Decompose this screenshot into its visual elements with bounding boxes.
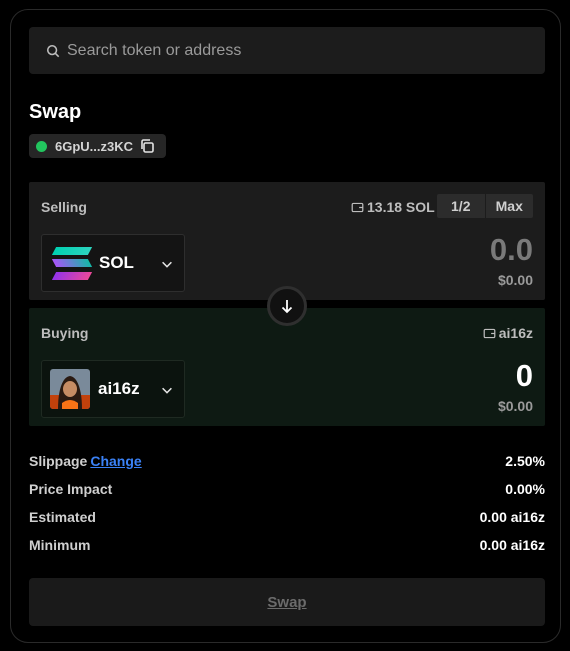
- minimum-value: 0.00 ai16z: [479, 537, 545, 553]
- switch-direction-button[interactable]: [267, 286, 307, 326]
- buying-balance: ai16z: [483, 325, 533, 341]
- max-button[interactable]: Max: [484, 194, 534, 218]
- buying-amount: 0: [515, 358, 533, 393]
- buying-usd-value: $0.00: [497, 398, 533, 414]
- selling-balance: 13.18 SOL: [351, 199, 435, 215]
- estimated-row: Estimated 0.00 ai16z: [29, 509, 545, 525]
- selling-amount-input[interactable]: 0.0: [490, 232, 533, 268]
- buying-token-selector[interactable]: ai16z: [41, 360, 185, 418]
- price-impact-value: 0.00%: [505, 481, 545, 497]
- selling-label: Selling: [41, 199, 87, 215]
- minimum-row: Minimum 0.00 ai16z: [29, 537, 545, 553]
- selling-token-selector[interactable]: SOL: [41, 234, 185, 292]
- connected-status-dot: [36, 140, 47, 152]
- chevron-down-icon: [162, 387, 172, 394]
- price-impact-label: Price Impact: [29, 481, 113, 497]
- wallet-icon: [483, 328, 496, 338]
- slippage-value: 2.50%: [505, 453, 545, 469]
- selling-token-name: SOL: [99, 253, 134, 272]
- ai16z-avatar-icon: [50, 369, 90, 409]
- minimum-label: Minimum: [29, 537, 91, 553]
- change-slippage-link[interactable]: Change: [90, 453, 141, 469]
- wallet-address: 6GpU...z3KC: [55, 138, 134, 154]
- arrow-down-icon: [281, 300, 293, 314]
- slippage-row: Slippage Change 2.50%: [29, 453, 545, 469]
- buying-balance-value: ai16z: [498, 325, 533, 341]
- search-icon: [46, 44, 60, 57]
- copy-icon[interactable]: [139, 138, 155, 154]
- chevron-down-icon: [162, 261, 172, 268]
- swap-card: Search token or address Swap 6GpU...z3KC…: [10, 9, 561, 643]
- buying-token-name: ai16z: [98, 379, 140, 398]
- amount-preset-group: 1/2 Max: [437, 194, 533, 218]
- selling-usd-value: $0.00: [497, 272, 533, 288]
- price-impact-row: Price Impact 0.00%: [29, 481, 545, 497]
- selling-panel: Selling 13.18 SOL 1/2 Max SOL 0.0 $0.00: [29, 182, 545, 300]
- half-button[interactable]: 1/2: [437, 194, 485, 218]
- wallet-icon: [351, 202, 364, 212]
- slippage-label: Slippage: [29, 453, 88, 469]
- page-title: Swap: [29, 101, 82, 123]
- swap-button[interactable]: Swap: [29, 578, 545, 626]
- wallet-address-chip[interactable]: 6GpU...z3KC: [29, 134, 166, 158]
- search-input[interactable]: Search token or address: [29, 27, 545, 74]
- solana-logo-icon: [50, 246, 93, 280]
- buying-label: Buying: [41, 325, 89, 341]
- search-placeholder: Search token or address: [67, 41, 242, 59]
- estimated-value: 0.00 ai16z: [479, 509, 545, 525]
- selling-balance-value: 13.18 SOL: [367, 199, 435, 215]
- estimated-label: Estimated: [29, 509, 96, 525]
